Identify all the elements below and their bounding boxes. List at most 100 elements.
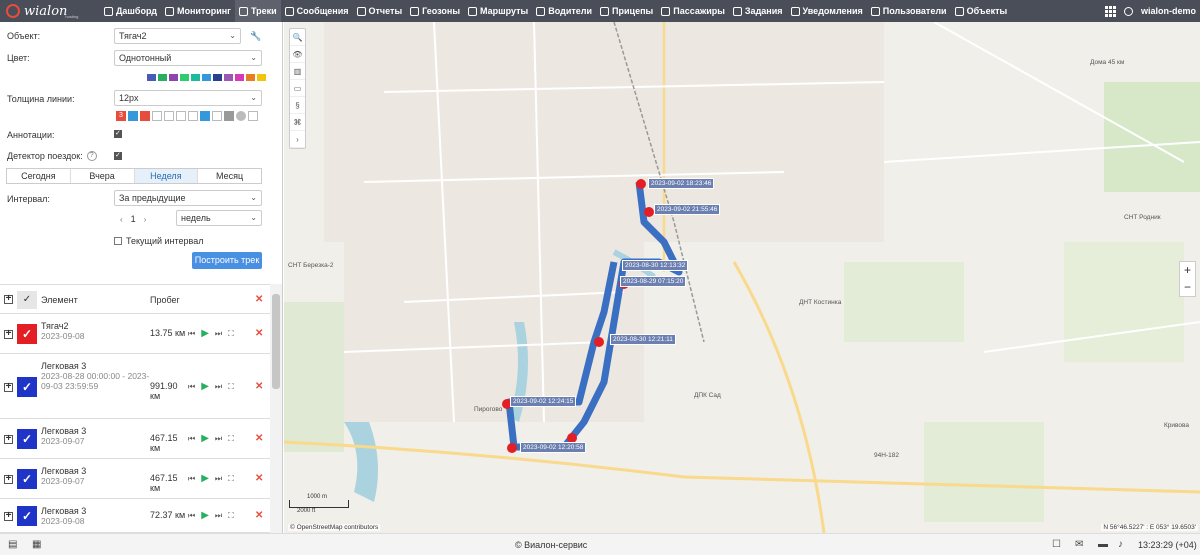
- map-route-icon[interactable]: §: [290, 97, 305, 114]
- option-stop-icon[interactable]: [140, 111, 150, 121]
- nav-item-8[interactable]: Прицепы: [596, 0, 657, 22]
- interval-count[interactable]: 1: [131, 214, 136, 224]
- rewind-icon[interactable]: ⏮: [188, 474, 195, 484]
- tab-month[interactable]: Месяц: [198, 169, 261, 183]
- language-icon[interactable]: ▬: [1098, 539, 1108, 550]
- play-icon[interactable]: ▶: [201, 381, 209, 392]
- user-name[interactable]: wialon-demo: [1141, 6, 1196, 16]
- option-video-icon[interactable]: [212, 111, 222, 121]
- nav-item-6[interactable]: Маршруты: [464, 0, 532, 22]
- wrench-icon[interactable]: 🔧: [250, 31, 261, 42]
- scrollbar-thumb[interactable]: [272, 294, 280, 389]
- map-layers-icon[interactable]: ▥: [290, 63, 305, 80]
- track-point-label[interactable]: 2023-09-02 21:55:46: [654, 204, 721, 215]
- help-icon[interactable]: ?: [86, 151, 97, 161]
- interval-select[interactable]: За предыдущие ⌄: [114, 190, 262, 206]
- forward-icon[interactable]: ⏭: [215, 382, 222, 392]
- decrement-icon[interactable]: ‹: [120, 215, 123, 224]
- option-3-icon[interactable]: 3: [116, 111, 126, 121]
- panel-toggle-icon[interactable]: ▤: [8, 539, 17, 550]
- delete-track-icon[interactable]: ✕: [255, 328, 263, 339]
- track-color-checkbox[interactable]: ✓: [17, 377, 37, 397]
- grid-icon[interactable]: ▦: [32, 539, 41, 550]
- track-point-label[interactable]: 2023-08-30 12:21:11: [610, 334, 676, 345]
- map-ruler-icon[interactable]: ▭: [290, 80, 305, 97]
- option-image-icon[interactable]: [200, 111, 210, 121]
- color-swatch[interactable]: [213, 74, 222, 81]
- track-point-label[interactable]: 2023-08-30 12:13:32: [622, 260, 689, 271]
- increment-icon[interactable]: ›: [144, 215, 147, 224]
- wialon-logo[interactable]: wialon hosting: [0, 0, 100, 22]
- nav-item-4[interactable]: Отчеты: [353, 0, 407, 22]
- track-color-checkbox[interactable]: ✓: [17, 469, 37, 489]
- delete-track-icon[interactable]: ✕: [255, 381, 263, 392]
- route-icon[interactable]: ⛶: [228, 434, 234, 444]
- expand-row-icon[interactable]: +: [4, 511, 13, 521]
- map-eye-icon[interactable]: 👁: [290, 46, 305, 63]
- forward-icon[interactable]: ⏭: [215, 474, 222, 484]
- color-swatch[interactable]: [235, 74, 244, 81]
- option-arrow-icon[interactable]: [248, 111, 258, 121]
- forward-icon[interactable]: ⏭: [215, 511, 222, 521]
- tab-yesterday[interactable]: Вчера: [71, 169, 135, 183]
- option-chat-icon[interactable]: [128, 111, 138, 121]
- rewind-icon[interactable]: ⏮: [188, 382, 195, 392]
- map-view[interactable]: 2023-09-02 18:23:46 2023-09-02 21:55:46 20…: [284, 22, 1200, 533]
- track-point-label[interactable]: 2023-09-02 12:24:15: [510, 396, 577, 407]
- map-nodes-icon[interactable]: ⌘: [290, 114, 305, 131]
- rewind-icon[interactable]: ⏮: [188, 329, 195, 339]
- annotations-checkbox[interactable]: [114, 129, 122, 138]
- route-icon[interactable]: ⛶: [228, 474, 234, 484]
- tab-week[interactable]: Неделя: [134, 169, 199, 183]
- map-expand-icon[interactable]: ›: [290, 131, 305, 148]
- nav-item-10[interactable]: Задания: [729, 0, 787, 22]
- zoom-in-button[interactable]: +: [1180, 262, 1195, 279]
- option-fuel-icon[interactable]: [164, 111, 174, 121]
- map-attribution[interactable]: © OpenStreetMap contributors: [288, 524, 381, 531]
- color-select[interactable]: Однотонный ⌄: [114, 50, 262, 66]
- rewind-icon[interactable]: ⏮: [188, 434, 195, 444]
- track-row[interactable]: + ✓ Легковая 3 2023-09-07 467.15 км ⏮ ▶ ⏭ ⛶ ✕: [0, 459, 270, 499]
- delete-track-icon[interactable]: ✕: [255, 510, 263, 521]
- color-swatch[interactable]: [202, 74, 211, 81]
- option-doc-icon[interactable]: [176, 111, 186, 121]
- expand-row-icon[interactable]: +: [4, 382, 13, 392]
- track-row[interactable]: + ✓ Легковая 3 2023-09-07 467.15 км ⏮ ▶ ⏭ ⛶ ✕: [0, 419, 270, 459]
- zoom-out-button[interactable]: −: [1180, 279, 1195, 296]
- apps-grid-icon[interactable]: [1104, 5, 1116, 17]
- color-swatch[interactable]: [191, 74, 200, 81]
- delete-track-icon[interactable]: ✕: [255, 473, 263, 484]
- interval-unit-select[interactable]: недель ⌄: [176, 210, 262, 226]
- forward-icon[interactable]: ⏭: [215, 329, 222, 339]
- select-all-checkbox[interactable]: ✓: [17, 291, 37, 309]
- trip-detector-checkbox[interactable]: [114, 151, 122, 160]
- color-swatch[interactable]: [158, 74, 167, 81]
- track-row[interactable]: + ✓ Легковая 3 2023-09-08 72.37 км ⏮ ▶ ⏭ ⛶ ✕: [0, 499, 270, 533]
- color-swatch[interactable]: [169, 74, 178, 81]
- route-icon[interactable]: ⛶: [228, 382, 234, 392]
- nav-item-1[interactable]: Мониторинг: [161, 0, 235, 22]
- build-track-button[interactable]: Построить трек: [192, 252, 262, 269]
- option-parking-icon[interactable]: [224, 111, 234, 121]
- expand-row-icon[interactable]: +: [4, 329, 13, 339]
- color-swatch[interactable]: [257, 74, 266, 81]
- nav-item-11[interactable]: Уведомления: [787, 0, 867, 22]
- color-swatch[interactable]: [224, 74, 233, 81]
- track-row[interactable]: + ✓ Легковая 3 2023-08-28 00:00:00 - 2023-0…: [0, 354, 270, 419]
- nav-item-12[interactable]: Пользователи: [867, 0, 951, 22]
- map-search-icon[interactable]: 🔍: [290, 29, 305, 46]
- track-point-label[interactable]: 2023-09-02 12:20:58: [520, 442, 587, 453]
- color-swatch[interactable]: [147, 74, 156, 81]
- nav-item-3[interactable]: Сообщения: [281, 0, 353, 22]
- list-scrollbar[interactable]: [270, 284, 282, 533]
- track-row[interactable]: + ✓ Тягач2 2023-09-08 13.75 км ⏮ ▶ ⏭ ⛶ ✕: [0, 314, 270, 354]
- nav-item-5[interactable]: Геозоны: [406, 0, 464, 22]
- nav-item-7[interactable]: Водители: [532, 0, 596, 22]
- track-color-checkbox[interactable]: ✓: [17, 324, 37, 344]
- option-list-icon[interactable]: [188, 111, 198, 121]
- sound-icon[interactable]: ♪: [1118, 539, 1123, 550]
- play-icon[interactable]: ▶: [201, 328, 209, 339]
- mail-icon[interactable]: ✉: [1075, 539, 1083, 550]
- option-speed-icon[interactable]: [236, 111, 246, 121]
- delete-all-icon[interactable]: ✕: [255, 294, 263, 305]
